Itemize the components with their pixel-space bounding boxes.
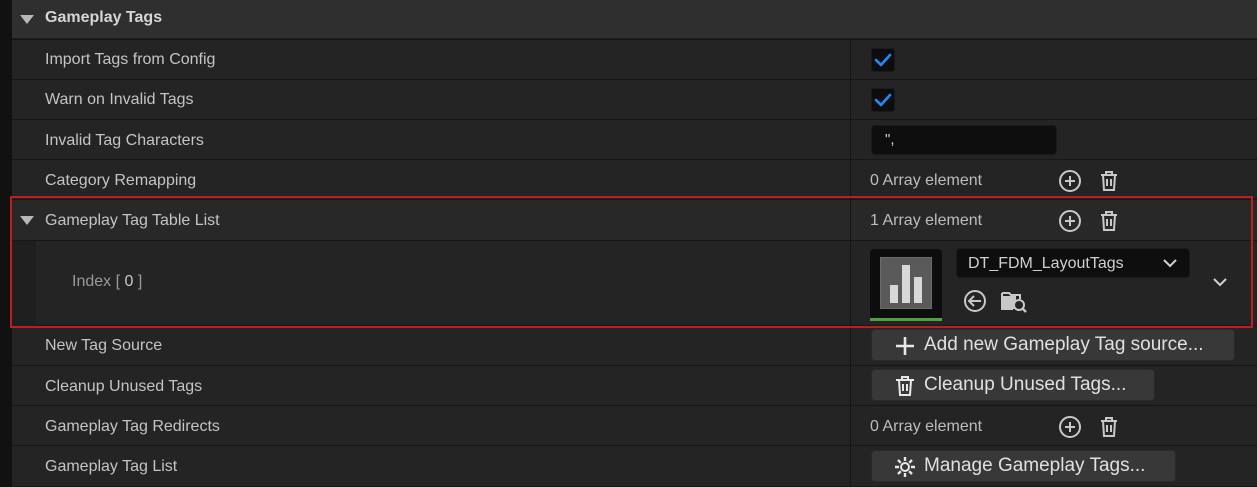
column-divider [850,241,851,326]
row-label: Invalid Tag Characters [45,132,204,149]
trash-icon[interactable] [1097,169,1121,193]
collapse-arrow-icon[interactable] [20,15,34,24]
column-divider [850,80,851,119]
trash-icon [896,376,914,396]
indent-bar [12,241,36,326]
trash-icon[interactable] [1097,209,1121,233]
expand-arrow-icon[interactable] [20,216,34,225]
column-divider [850,446,851,486]
add-circle-icon[interactable] [1058,415,1082,439]
column-divider [850,160,851,199]
row-import-tags: Import Tags from Config [12,40,1257,80]
asset-picker-combo[interactable]: DT_FDM_LayoutTags [956,248,1190,278]
row-tag-list: Gameplay Tag List Manage Gameplay Tags..… [12,446,1257,487]
row-label: New Tag Source [45,337,163,354]
index-prefix: Index [ [72,273,121,290]
chevron-down-icon [1163,259,1177,268]
array-count: 0 Array element [870,172,983,189]
checkmark-icon [874,53,892,67]
column-divider [850,40,851,79]
left-gutter [0,0,12,487]
datatable-icon [880,257,932,309]
row-new-source: New Tag Source Add new Gameplay Tag sour… [12,326,1257,366]
asset-thumbnail[interactable] [870,249,942,321]
row-label: Gameplay Tag Table List [45,212,220,229]
manage-gameplay-tags-button[interactable]: Manage Gameplay Tags... [871,450,1176,482]
column-divider [850,120,851,159]
row-label: Category Remapping [45,172,197,189]
row-invalid-chars: Invalid Tag Characters ", [12,120,1257,160]
invalid-chars-value: ", [885,131,895,148]
row-redirects: Gameplay Tag Redirects 0 Array element [12,406,1257,446]
column-divider [850,200,851,240]
row-category-remap: Category Remapping 0 Array element [12,160,1257,200]
array-element-row: Index [ 0 ] DT_FDM_LayoutTags [12,241,1257,326]
column-divider [850,366,851,405]
row-warn-invalid: Warn on Invalid Tags [12,80,1257,120]
column-divider [850,326,851,365]
row-label: Import Tags from Config [45,51,216,68]
column-divider [850,406,851,445]
trash-icon[interactable] [1097,415,1121,439]
row-cleanup: Cleanup Unused Tags Cleanup Unused Tags.… [12,366,1257,406]
section-header[interactable]: Gameplay Tags [12,0,1257,39]
index-suffix: ] [137,273,143,290]
add-tag-source-button[interactable]: Add new Gameplay Tag source... [871,329,1235,361]
add-circle-icon[interactable] [1058,209,1082,233]
chevron-down-icon[interactable] [1212,277,1228,289]
row-label: Warn on Invalid Tags [45,91,194,108]
array-count: 1 Array element [870,212,983,229]
plus-icon [896,337,914,355]
add-circle-icon[interactable] [1058,169,1082,193]
index-value: 0 [124,273,134,290]
row-label: Gameplay Tag List [45,458,178,475]
browse-asset-icon[interactable] [1000,288,1028,314]
checkmark-icon [874,93,892,107]
row-label: Cleanup Unused Tags [45,378,203,395]
import-tags-checkbox[interactable] [871,48,895,72]
array-count: 0 Array element [870,418,983,435]
invalid-chars-input[interactable]: ", [871,125,1057,155]
asset-name: DT_FDM_LayoutTags [968,255,1124,272]
warn-invalid-checkbox[interactable] [871,88,895,112]
asset-type-accent [870,318,942,321]
section-title: Gameplay Tags [45,9,163,26]
button-label: Manage Gameplay Tags... [924,455,1146,476]
cleanup-unused-tags-button[interactable]: Cleanup Unused Tags... [871,369,1155,401]
row-table-list[interactable]: Gameplay Tag Table List 1 Array element [12,200,1257,241]
button-label: Add new Gameplay Tag source... [924,334,1204,355]
use-selected-arrow-icon[interactable] [962,288,988,314]
gear-icon [895,457,915,477]
button-label: Cleanup Unused Tags... [924,374,1127,395]
index-label: Index [ 0 ] [72,273,142,291]
row-label: Gameplay Tag Redirects [45,418,220,435]
